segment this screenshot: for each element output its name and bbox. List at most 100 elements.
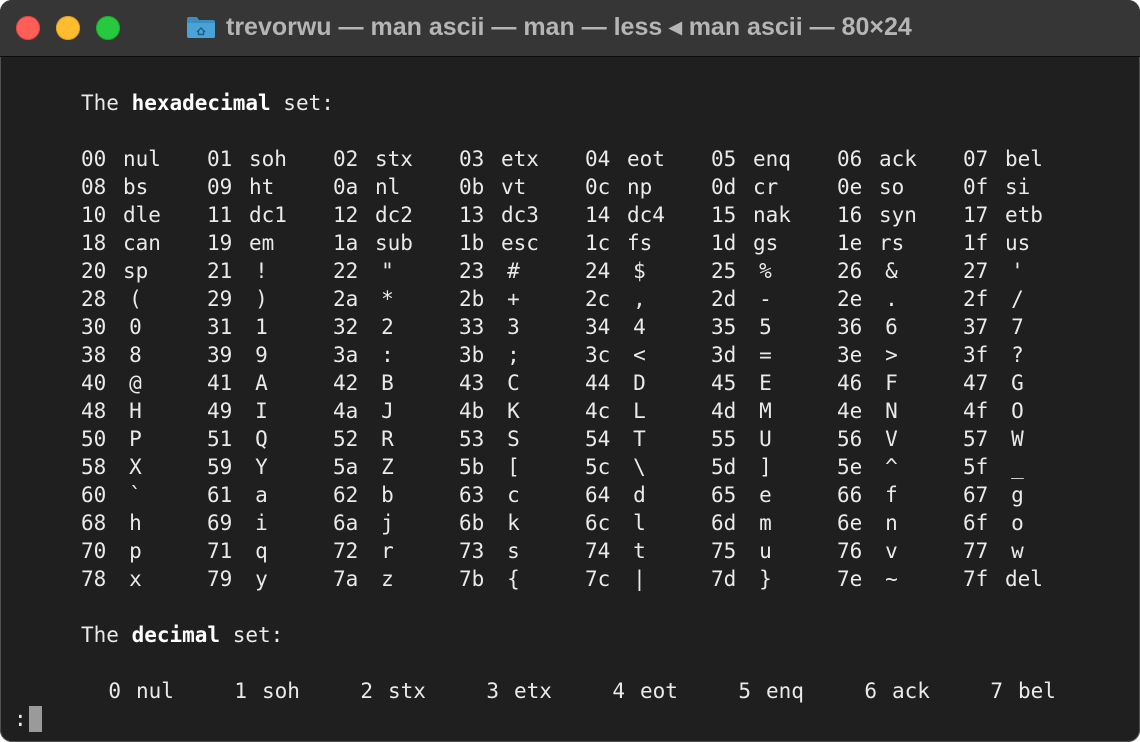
- hex-code: 51: [207, 427, 233, 451]
- hex-char: g: [1011, 483, 1024, 507]
- hex-cell: 7b {: [459, 565, 585, 593]
- hex-cell: 57 W: [963, 425, 1089, 453]
- minimize-button[interactable]: [56, 16, 80, 40]
- dec-cell: 2 stx: [359, 677, 485, 705]
- hex-char: e: [759, 483, 772, 507]
- hex-code: 6b: [459, 511, 485, 535]
- hex-cell: 53 S: [459, 425, 585, 453]
- hex-code: 7c: [585, 567, 611, 591]
- hex-char: L: [633, 399, 646, 423]
- terminal-content[interactable]: The hexadecimal set: 00 nul 01 soh 02 stx 03 et…: [0, 57, 1140, 742]
- hex-char: ]: [759, 455, 772, 479]
- dec-code: 2: [360, 679, 373, 703]
- hex-code: 3c: [585, 343, 611, 367]
- hex-code: 04: [585, 147, 611, 171]
- hex-char: enq: [753, 147, 791, 171]
- hex-row: 38 8 39 9 3a:3b; 3c <3d = 3e >3f?: [81, 341, 1089, 369]
- hex-char: @: [129, 371, 142, 395]
- hex-char: etb: [1005, 203, 1043, 227]
- hex-cell: 65 e: [711, 481, 837, 509]
- hex-cell: 4e N: [837, 397, 963, 425]
- hex-char: m: [759, 511, 772, 535]
- hex-code: 5a: [333, 455, 359, 479]
- close-button[interactable]: [16, 16, 40, 40]
- hex-char: z: [381, 567, 394, 591]
- hex-row: 68 h 69 i 6a j 6b k 6c l 6d m 6e n 6f o: [81, 509, 1089, 537]
- hex-char: Q: [255, 427, 268, 451]
- hex-cell: 6d m: [711, 509, 837, 537]
- hex-row: 60 ` 61 a 62 b 63 c 64 d 65 e 66 f 67 g: [81, 481, 1089, 509]
- hex-char: np: [627, 175, 653, 199]
- hex-char: [: [507, 455, 520, 479]
- hex-code: 28: [81, 287, 107, 311]
- hex-code: 6f: [963, 511, 989, 535]
- hex-char: |: [633, 567, 646, 591]
- hex-char: O: [1011, 399, 1024, 423]
- hex-char: fs: [627, 231, 653, 255]
- hex-cell: 0f si: [963, 173, 1089, 201]
- dec-char: enq: [766, 679, 804, 703]
- hex-cell: 38 8: [81, 341, 207, 369]
- zoom-button[interactable]: [96, 16, 120, 40]
- window-title-group: trevorwu — man ascii — man — less ◂ man …: [186, 12, 912, 42]
- hex-char: soh: [249, 147, 287, 171]
- hex-cell: 2c,: [585, 285, 711, 313]
- hex-cell: 03 etx: [459, 145, 585, 173]
- hex-cell: 55 U: [711, 425, 837, 453]
- hex-cell: 61 a: [207, 481, 333, 509]
- hex-cell: 1f us: [963, 229, 1089, 257]
- hex-code: 15: [711, 203, 737, 227]
- hex-cell: 22 ": [333, 257, 459, 285]
- hex-code: 24: [585, 259, 611, 283]
- hex-code: 14: [585, 203, 611, 227]
- hex-row: 18 can 19 em 1a sub 1b esc 1c fs 1d gs 1e rs 1f us: [81, 229, 1089, 257]
- hex-code: 52: [333, 427, 359, 451]
- hex-char: }: [759, 567, 772, 591]
- hex-char: nul: [123, 147, 161, 171]
- hex-code: 26: [837, 259, 863, 283]
- hex-cell: 5e ^: [837, 453, 963, 481]
- hex-heading: The hexadecimal set:: [81, 89, 334, 117]
- hex-cell: 12 dc2: [333, 201, 459, 229]
- dec-char: etx: [514, 679, 552, 703]
- hex-cell: 1e rs: [837, 229, 963, 257]
- hex-char: H: [129, 399, 142, 423]
- hex-code: 41: [207, 371, 233, 395]
- hex-cell: 24 $: [585, 257, 711, 285]
- hex-char: -: [759, 287, 772, 311]
- hex-char: 0: [129, 315, 142, 339]
- hex-code: 73: [459, 539, 485, 563]
- hex-code: 36: [837, 315, 863, 339]
- hex-cell: 7e ~: [837, 565, 963, 593]
- hex-row: 10 dle 11 dc1 12 dc2 13 dc3 14 dc4 15 nak 16 syn 17 etb: [81, 201, 1089, 229]
- dec-cell: 7 bel: [989, 677, 1115, 705]
- hex-code: 22: [333, 259, 359, 283]
- hex-cell: 18 can: [81, 229, 207, 257]
- hex-code: 71: [207, 539, 233, 563]
- hex-char: X: [129, 455, 142, 479]
- hex-char: J: [381, 399, 394, 423]
- hex-code: 78: [81, 567, 107, 591]
- hex-cell: 75 u: [711, 537, 837, 565]
- hex-cell: 29): [207, 285, 333, 313]
- hex-code: 1f: [963, 231, 989, 255]
- hex-char: bs: [123, 175, 149, 199]
- less-prompt[interactable]: :: [14, 705, 42, 733]
- hex-char: ack: [879, 147, 917, 171]
- hex-code: 1a: [333, 231, 359, 255]
- hex-char: q: [255, 539, 268, 563]
- hex-code: 2a: [333, 287, 359, 311]
- hex-code: 7b: [459, 567, 485, 591]
- hex-code: 0d: [711, 175, 737, 199]
- hex-cell: 7d}: [711, 565, 837, 593]
- hex-cell: 1d gs: [711, 229, 837, 257]
- hex-code: 6d: [711, 511, 737, 535]
- hex-char: em: [249, 231, 275, 255]
- hex-code: 61: [207, 483, 233, 507]
- hex-char: etx: [501, 147, 539, 171]
- hex-code: 57: [963, 427, 989, 451]
- hex-char: E: [759, 371, 772, 395]
- hex-code: 4c: [585, 399, 611, 423]
- title-bar[interactable]: trevorwu — man ascii — man — less ◂ man …: [0, 0, 1140, 57]
- hex-code: 08: [81, 175, 107, 199]
